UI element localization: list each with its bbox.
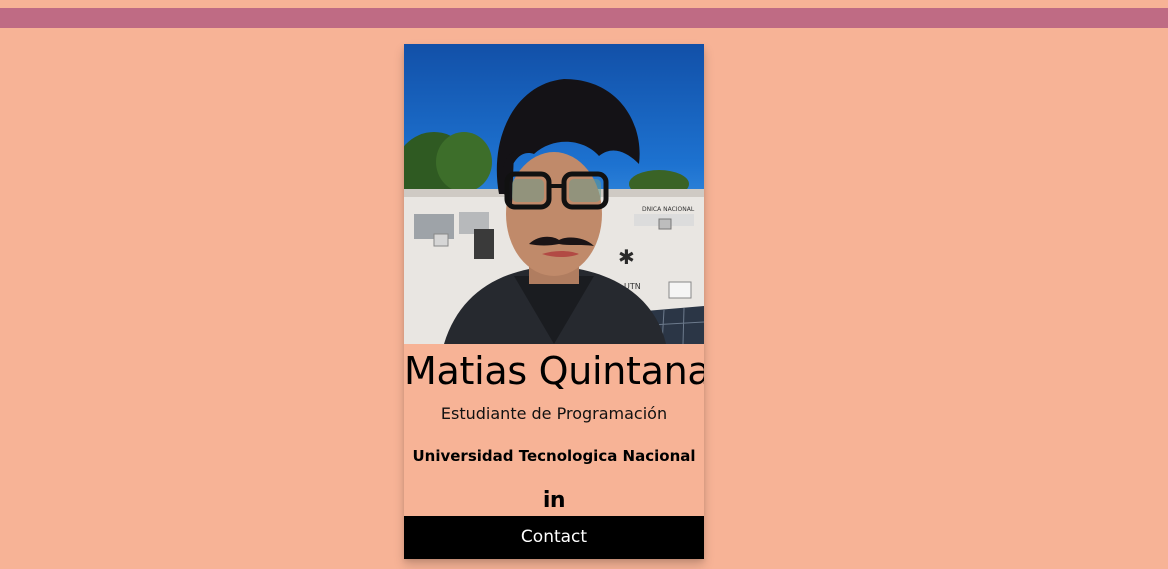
svg-text:✱: ✱ (618, 245, 635, 269)
contact-button[interactable]: Contact (404, 516, 704, 559)
linkedin-icon[interactable]: in (404, 490, 704, 512)
profile-card: DNICA NACIONAL UTN ✱ Matias Quintana Est… (404, 44, 704, 559)
profile-name: Matias Quintana (404, 349, 704, 393)
profile-photo: DNICA NACIONAL UTN ✱ (404, 44, 704, 344)
svg-text:DNICA NACIONAL: DNICA NACIONAL (642, 206, 695, 213)
profile-school: Universidad Tecnologica Nacional (412, 447, 696, 465)
top-bar (0, 8, 1168, 28)
profile-role: Estudiante de Programación (440, 404, 668, 423)
